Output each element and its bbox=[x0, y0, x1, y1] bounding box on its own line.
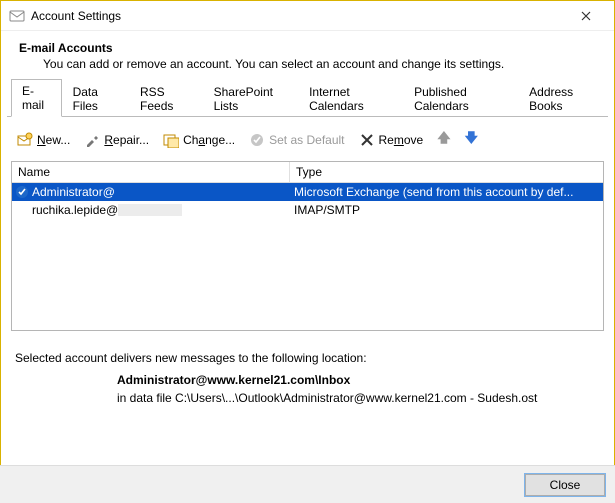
account-row[interactable]: Administrator@ Microsoft Exchange (send … bbox=[12, 183, 603, 201]
account-type: Microsoft Exchange (send from this accou… bbox=[290, 185, 603, 199]
arrow-up-icon: 🡅 bbox=[437, 129, 450, 151]
footer: Close bbox=[0, 465, 615, 503]
window-title: Account Settings bbox=[31, 9, 566, 23]
repair-label: Repair... bbox=[104, 133, 149, 147]
new-label: New... bbox=[37, 133, 70, 147]
tab-email[interactable]: E-mail bbox=[11, 79, 62, 117]
change-button[interactable]: Change... bbox=[159, 130, 239, 150]
tabstrip: E-mail Data Files RSS Feeds SharePoint L… bbox=[7, 93, 608, 117]
remove-icon bbox=[359, 132, 375, 148]
account-name: Administrator@ bbox=[32, 185, 115, 199]
set-default-label: Set as Default bbox=[269, 133, 344, 147]
close-button[interactable]: Close bbox=[525, 474, 605, 496]
account-name-cell: ruchika.lepide@ bbox=[12, 203, 290, 217]
remove-button[interactable]: Remove bbox=[355, 130, 428, 150]
header-subtitle: You can add or remove an account. You ca… bbox=[19, 55, 596, 71]
move-up-button: 🡅 bbox=[433, 127, 454, 153]
account-list: Name Type Administrator@ Microsoft Excha… bbox=[11, 161, 604, 331]
header: E-mail Accounts You can add or remove an… bbox=[1, 31, 614, 85]
location-block: Selected account delivers new messages t… bbox=[15, 351, 600, 405]
list-header: Name Type bbox=[12, 162, 603, 183]
default-badge-icon bbox=[15, 185, 29, 199]
tab-data-files[interactable]: Data Files bbox=[62, 80, 129, 117]
app-icon bbox=[9, 8, 25, 24]
account-type: IMAP/SMTP bbox=[290, 203, 603, 217]
new-button[interactable]: New... bbox=[13, 130, 74, 150]
move-down-button[interactable]: 🡇 bbox=[461, 127, 482, 153]
set-default-button: Set as Default bbox=[245, 130, 348, 150]
account-name: ruchika.lepide@ bbox=[32, 203, 118, 217]
tab-rss-feeds[interactable]: RSS Feeds bbox=[129, 80, 203, 117]
titlebar: Account Settings bbox=[1, 1, 614, 31]
tab-address-books[interactable]: Address Books bbox=[518, 80, 608, 117]
column-header-name[interactable]: Name bbox=[12, 162, 290, 182]
change-icon bbox=[163, 132, 179, 148]
repair-button[interactable]: Repair... bbox=[80, 130, 153, 150]
tab-internet-calendars[interactable]: Internet Calendars bbox=[298, 80, 403, 117]
row-indent bbox=[15, 203, 29, 217]
tab-published-calendars[interactable]: Published Calendars bbox=[403, 80, 518, 117]
account-row[interactable]: ruchika.lepide@ IMAP/SMTP bbox=[12, 201, 603, 219]
column-header-type[interactable]: Type bbox=[290, 162, 603, 182]
location-main: Administrator@www.kernel21.com\Inbox bbox=[117, 373, 600, 387]
new-mail-icon bbox=[17, 132, 33, 148]
check-circle-icon bbox=[249, 132, 265, 148]
remove-label: Remove bbox=[379, 133, 424, 147]
account-name-cell: Administrator@ bbox=[12, 185, 290, 199]
window-close-button[interactable] bbox=[566, 1, 606, 30]
change-label: Change... bbox=[183, 133, 235, 147]
arrow-down-icon: 🡇 bbox=[465, 129, 478, 151]
location-file: in data file C:\Users\...\Outlook\Admini… bbox=[117, 391, 600, 405]
redacted-text bbox=[118, 204, 182, 216]
toolbar: New... Repair... Change... Set as Defaul… bbox=[9, 123, 606, 157]
location-intro: Selected account delivers new messages t… bbox=[15, 351, 600, 365]
tab-sharepoint-lists[interactable]: SharePoint Lists bbox=[203, 80, 298, 117]
repair-icon bbox=[84, 132, 100, 148]
header-title: E-mail Accounts bbox=[19, 41, 596, 55]
